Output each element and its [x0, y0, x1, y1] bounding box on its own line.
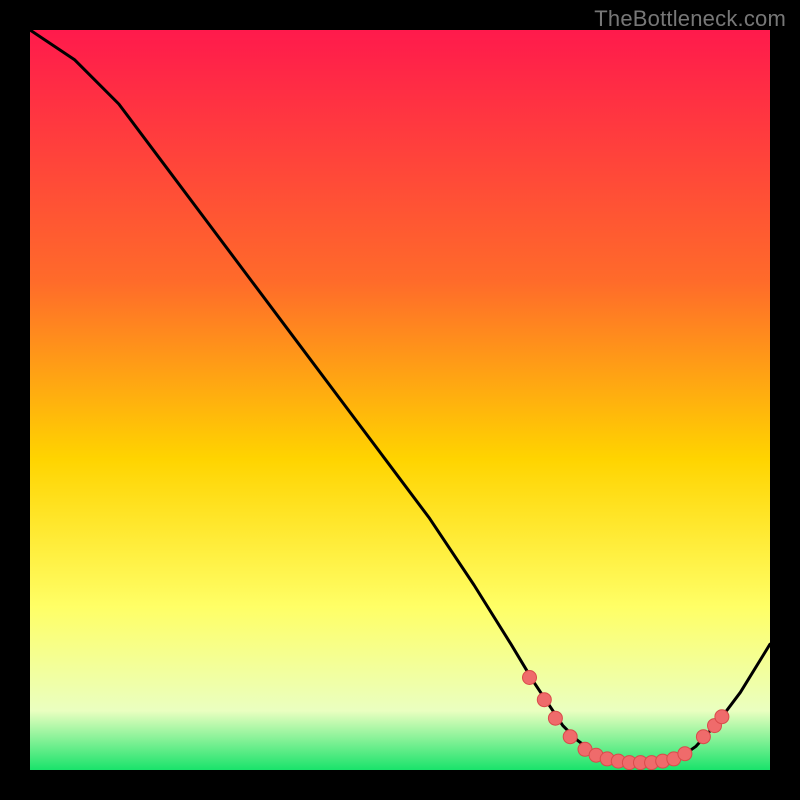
curve-marker-dot [523, 671, 537, 685]
chart-frame: TheBottleneck.com [0, 0, 800, 800]
curve-marker-dot [715, 710, 729, 724]
curve-marker-dot [548, 711, 562, 725]
curve-marker-dot [563, 730, 577, 744]
plot-area [30, 30, 770, 770]
curve-marker-dot [696, 730, 710, 744]
gradient-background [30, 30, 770, 770]
curve-marker-dot [678, 747, 692, 761]
gradient-plot-svg [30, 30, 770, 770]
curve-marker-dot [537, 693, 551, 707]
watermark-text: TheBottleneck.com [594, 6, 786, 32]
